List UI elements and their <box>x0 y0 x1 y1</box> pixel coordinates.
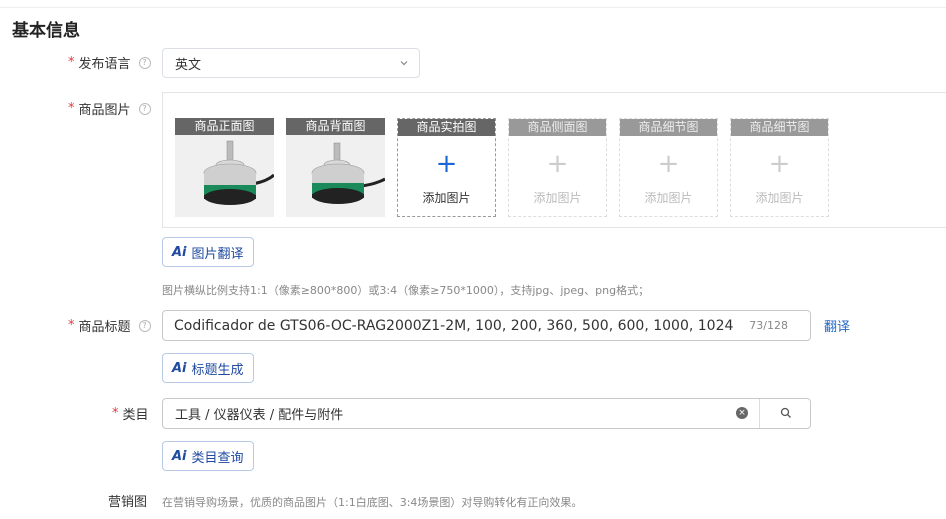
plus-icon: + <box>657 149 680 179</box>
category-query-label: 类目查询 <box>191 450 244 466</box>
image-format-hint: 图片横纵比例支持1:1（像素≥800*800）或3:4（像素≥750*1000）… <box>162 284 650 297</box>
ai-icon: Ai <box>172 244 187 260</box>
section-title: 基本信息 <box>12 21 80 41</box>
add-image-label: 添加图片 <box>755 191 804 205</box>
top-divider <box>0 7 946 8</box>
image-slot-side: 商品侧面图 + 添加图片 <box>508 118 607 217</box>
required-mark: * <box>68 101 75 116</box>
ai-icon: Ai <box>172 360 187 376</box>
image-slot-caption: 商品细节图 <box>731 119 828 136</box>
marketing-label: 营销图 <box>108 495 148 510</box>
input-divider <box>759 399 760 428</box>
plus-icon: + <box>435 149 458 179</box>
product-title-input[interactable]: Codificador de GTS06-OC-RAG2000Z1-2M, 10… <box>162 310 811 341</box>
plus-icon: + <box>768 149 791 179</box>
add-image-label: 添加图片 <box>533 191 582 205</box>
image-slot-detail-2: 商品细节图 + 添加图片 <box>730 118 829 217</box>
image-slot-caption: 商品侧面图 <box>509 119 606 136</box>
image-slot-actual[interactable]: 商品实拍图 + 添加图片 <box>397 118 496 217</box>
image-slot-caption: 商品正面图 <box>175 118 274 135</box>
language-select[interactable]: 英文 <box>162 48 420 78</box>
image-slot-caption: 商品实拍图 <box>398 119 495 136</box>
image-translate-button[interactable]: Ai 图片翻译 <box>162 237 254 267</box>
image-upload-panel: 商品正面图 商品背面图 商品实拍图 + 添加图片 商品侧面图 + 添加图片 商品… <box>162 92 946 228</box>
title-generate-label: 标题生成 <box>191 362 244 378</box>
search-icon[interactable] <box>780 407 792 419</box>
image-translate-label: 图片翻译 <box>191 246 244 262</box>
marketing-label-row: 营销图 <box>108 491 147 510</box>
title-label: 商品标题 <box>78 320 131 335</box>
category-input[interactable]: 工具 / 仪器仪表 / 配件与附件 × <box>162 398 811 429</box>
help-icon[interactable]: ? <box>138 102 151 115</box>
category-label: 类目 <box>122 408 149 423</box>
plus-icon: + <box>546 149 569 179</box>
language-value: 英文 <box>175 57 202 73</box>
required-mark: * <box>112 406 119 421</box>
image-slot-back[interactable]: 商品背面图 <box>286 118 385 217</box>
help-icon[interactable]: ? <box>138 56 151 69</box>
image-slot-detail-1: 商品细节图 + 添加图片 <box>619 118 718 217</box>
translate-link[interactable]: 翻译 <box>824 316 850 335</box>
language-label: 发布语言 <box>78 57 131 72</box>
image-slot-front[interactable]: 商品正面图 <box>175 118 274 217</box>
encoder-product-photo <box>286 135 385 217</box>
title-label-row: * 商品标题 ? <box>68 316 151 335</box>
category-query-button[interactable]: Ai 类目查询 <box>162 441 254 471</box>
images-label-row: * 商品图片 ? <box>68 99 151 118</box>
ai-icon: Ai <box>172 448 187 464</box>
required-mark: * <box>68 318 75 333</box>
required-mark: * <box>68 55 75 70</box>
category-value: 工具 / 仪器仪表 / 配件与附件 <box>175 408 344 423</box>
images-label: 商品图片 <box>78 103 131 118</box>
product-title-value: Codificador de GTS06-OC-RAG2000Z1-2M, 10… <box>174 317 734 334</box>
image-slot-caption: 商品背面图 <box>286 118 385 135</box>
add-image-label: 添加图片 <box>422 191 471 205</box>
encoder-product-photo <box>175 135 274 217</box>
clear-icon[interactable]: × <box>736 407 748 419</box>
category-label-row: * 类目 <box>112 404 149 423</box>
marketing-hint: 在营销导购场景，优质的商品图片（1:1白底图、3:4场景图）对导购转化有正向效果… <box>162 496 583 509</box>
title-generate-button[interactable]: Ai 标题生成 <box>162 353 254 383</box>
chevron-down-icon <box>400 61 408 66</box>
char-counter: 73/128 <box>749 319 788 332</box>
add-image-label: 添加图片 <box>644 191 693 205</box>
language-label-row: * 发布语言 ? <box>68 53 151 72</box>
help-icon[interactable]: ? <box>138 319 151 332</box>
image-slot-caption: 商品细节图 <box>620 119 717 136</box>
